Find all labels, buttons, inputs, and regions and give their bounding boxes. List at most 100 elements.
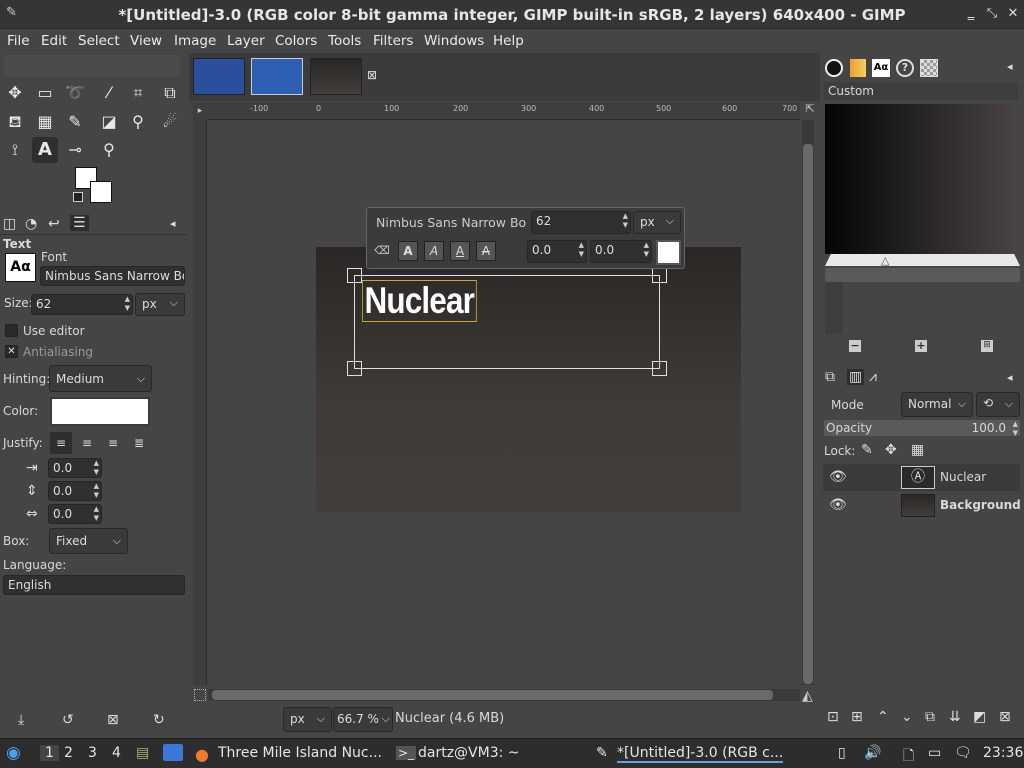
- zoom-image-icon[interactable]: ◭: [802, 688, 813, 704]
- terminal-icon[interactable]: >_: [396, 746, 417, 760]
- italic-icon[interactable]: A: [424, 241, 444, 261]
- menu-colors[interactable]: Colors: [275, 33, 317, 49]
- dock-menu-icon[interactable]: ◂: [1007, 371, 1013, 384]
- gradient-midpoint-icon[interactable]: △: [881, 254, 889, 267]
- crop-icon[interactable]: ⌗: [125, 80, 151, 106]
- image-tab-2[interactable]: [251, 58, 303, 95]
- workspace-1[interactable]: 1: [40, 745, 59, 761]
- save-options-icon[interactable]: ⤓: [18, 712, 24, 728]
- navigate-icon[interactable]: ⇱: [802, 102, 818, 120]
- merge-down-icon[interactable]: ⇊: [949, 709, 961, 725]
- justify-fill-icon[interactable]: ≣: [128, 432, 150, 454]
- smudge-icon[interactable]: ☄: [157, 109, 183, 135]
- raise-layer-icon[interactable]: ⌃: [877, 709, 889, 725]
- color-picker-icon[interactable]: ⊸: [62, 137, 88, 163]
- file-manager-icon[interactable]: ▤: [136, 745, 149, 761]
- overlay-size-spinner-icon[interactable]: ▲ ▼: [623, 212, 628, 230]
- text-box-handle[interactable]: [652, 361, 667, 376]
- eraser-icon[interactable]: ◪: [96, 109, 122, 135]
- use-editor-checkbox[interactable]: [5, 324, 18, 337]
- hinting-select[interactable]: Medium ⌵: [49, 365, 152, 392]
- menu-windows[interactable]: Windows: [424, 33, 484, 49]
- new-layer-icon[interactable]: ⊡: [827, 709, 839, 725]
- images-tab-icon[interactable]: ☰: [70, 215, 89, 231]
- task-terminal[interactable]: dartz@VM3: ~: [418, 745, 520, 761]
- move-tool-icon[interactable]: ✥: [2, 80, 28, 106]
- bold-icon[interactable]: A: [398, 241, 418, 261]
- menu-view[interactable]: View: [130, 33, 162, 49]
- gradient-preview[interactable]: [825, 104, 1020, 254]
- layer-mask-icon[interactable]: ◩: [973, 709, 986, 725]
- layer-row[interactable]: 👁 Ⓐ Nuclear: [823, 464, 1020, 491]
- zoom-in-icon[interactable]: +: [915, 340, 927, 352]
- dock-menu-icon[interactable]: ◂: [170, 217, 176, 230]
- fonts-tab-icon[interactable]: Aα: [872, 59, 890, 77]
- bucket-fill-icon[interactable]: ⛾: [2, 109, 28, 135]
- layer-row[interactable]: 👁 Background: [823, 492, 1021, 519]
- task-firefox[interactable]: Three Mile Island Nuc...: [218, 745, 382, 761]
- strikethrough-icon[interactable]: A: [476, 241, 496, 261]
- lock-position-icon[interactable]: ✥: [885, 442, 897, 458]
- fuzzy-select-icon[interactable]: ⁄: [96, 80, 122, 106]
- channels-tab-icon[interactable]: ▥: [847, 369, 865, 385]
- kerning-input[interactable]: 0.0 ▲ ▼: [590, 240, 652, 263]
- notes-icon[interactable]: 🗋: [903, 745, 914, 768]
- maximize-icon[interactable]: ⤡: [983, 5, 1001, 23]
- menu-filters[interactable]: Filters: [373, 33, 413, 49]
- text-tool-icon[interactable]: A: [32, 137, 58, 163]
- start-menu-icon[interactable]: ◉: [6, 743, 21, 763]
- workspace-4[interactable]: 4: [112, 745, 121, 761]
- image-tab-3[interactable]: [310, 58, 362, 95]
- workspace-2[interactable]: 2: [64, 745, 73, 761]
- transform-icon[interactable]: ⧉: [157, 80, 183, 106]
- lower-layer-icon[interactable]: ⌄: [901, 709, 913, 725]
- visibility-eye-icon[interactable]: 👁: [829, 469, 847, 485]
- device-status-icon[interactable]: ◔: [25, 216, 37, 232]
- paintbrush-icon[interactable]: ✎: [62, 109, 88, 135]
- firefox-icon[interactable]: ●: [195, 745, 209, 764]
- background-color-swatch[interactable]: [90, 181, 112, 203]
- delete-layer-icon[interactable]: ⊠: [999, 709, 1011, 725]
- text-color-button[interactable]: [50, 397, 150, 426]
- text-box-handle[interactable]: [347, 361, 362, 376]
- menu-edit[interactable]: Edit: [41, 33, 67, 49]
- ruler-corner-icon[interactable]: ▸: [193, 102, 207, 120]
- antialiasing-checkbox[interactable]: ✕: [5, 345, 18, 358]
- text-box-handle[interactable]: [347, 268, 362, 283]
- dock-menu-icon[interactable]: ◂: [1007, 60, 1013, 73]
- minimize-icon[interactable]: ‗: [962, 5, 980, 23]
- menu-select[interactable]: Select: [78, 33, 120, 49]
- kerning-spinner-icon[interactable]: ▲ ▼: [644, 241, 649, 259]
- language-field[interactable]: English: [3, 575, 185, 595]
- gradient-name-field[interactable]: Custom: [824, 82, 1018, 100]
- status-unit-select[interactable]: px ⌵: [283, 707, 332, 732]
- horizontal-scrollbar[interactable]: [208, 689, 800, 701]
- help-icon[interactable]: ?: [896, 59, 914, 77]
- lock-alpha-icon[interactable]: ▦: [911, 442, 924, 458]
- reset-options-icon[interactable]: ↻: [153, 712, 165, 728]
- horizontal-ruler[interactable]: -100 0 100 200 300 400 500 600 700: [207, 102, 800, 120]
- image-tab-1[interactable]: [193, 58, 245, 95]
- overlay-font-field[interactable]: Nimbus Sans Narrow Bo: [371, 212, 529, 233]
- layers-tab-icon[interactable]: ⧉: [825, 369, 835, 385]
- pattern-tab-icon[interactable]: [850, 59, 866, 77]
- letter-spacing-input[interactable]: 0.0 ▲ ▼: [48, 504, 102, 524]
- task-gimp[interactable]: *[Untitled]-3.0 (RGB c...: [617, 745, 784, 763]
- overlay-color-button[interactable]: [656, 240, 681, 265]
- font-field[interactable]: Nimbus Sans Narrow Bold: [40, 266, 185, 286]
- menu-image[interactable]: Image: [174, 33, 216, 49]
- line-spacing-input[interactable]: 0.0 ▲ ▼: [48, 481, 102, 501]
- baseline-spinner-icon[interactable]: ▲ ▼: [579, 241, 584, 259]
- workspace-3[interactable]: 3: [88, 745, 97, 761]
- vertical-ruler[interactable]: [193, 120, 207, 685]
- delete-options-icon[interactable]: ⊠: [107, 712, 119, 728]
- composite-mode-select[interactable]: ⟲ ⌵: [976, 392, 1020, 417]
- restore-options-icon[interactable]: ↺: [62, 712, 74, 728]
- letter-spacing-spinner-icon[interactable]: ▲ ▼: [94, 505, 99, 523]
- gradient-slider[interactable]: [825, 254, 1020, 266]
- opacity-spinner-icon[interactable]: ▲ ▼: [1013, 420, 1018, 438]
- indent-input[interactable]: 0.0 ▲ ▼: [48, 458, 102, 478]
- font-preview-icon[interactable]: Aα: [5, 253, 36, 282]
- clone-icon[interactable]: ⚲: [125, 109, 151, 135]
- tool-options-tab-icon[interactable]: ◫: [3, 216, 16, 232]
